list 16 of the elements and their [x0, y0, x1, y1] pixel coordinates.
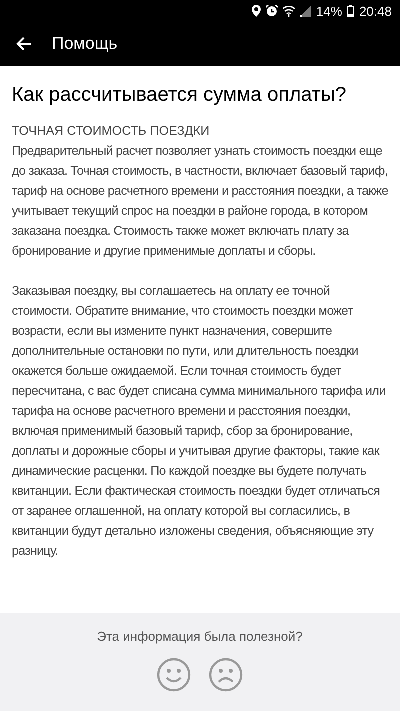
- signal-icon: [300, 6, 312, 16]
- location-icon: [252, 5, 262, 17]
- battery-percentage: 14%: [316, 4, 342, 18]
- screen-title: Помощь: [52, 34, 118, 54]
- wifi-icon: [283, 5, 296, 17]
- alarm-icon: [266, 5, 278, 17]
- back-arrow-icon: [16, 36, 32, 52]
- clock-time: 20:48: [359, 4, 392, 18]
- feedback-question: Эта информация была полезной?: [97, 629, 303, 644]
- article-paragraph: Заказывая поездку, вы соглашаетесь на оплату ее точной стоимости. Обратите внимание, что стоимость поездки может возрасти, если вы измените пункт назначения, совершите дополнительные остановки по пути, или длительность поездки окажется больше ожидаемой. Если точная стоимость будет пересчитана, с вас будет списана сумма минимального тарифа или тарифа на основе расчетного времени и расстояния поездки, включая применимый базовый тариф, сбор за бронирование, доплаты и дорожные сборы и учитывая другие факторы, такие как динамические расценки. По каждой поездке вы будете получать квитанции. Если фактическая стоимость поездки будет отличаться от заранее оглашенной, на оплату которой вы согласились, в квитанции будут детально изложены сведения, объясняющие эту разницу.: [12, 283, 387, 560]
- happy-face-button[interactable]: [157, 658, 191, 692]
- section-heading: ТОЧНАЯ СТОИМОСТЬ ПОЕЗДКИ: [12, 123, 211, 140]
- sad-face-button[interactable]: [209, 658, 243, 692]
- battery-icon: [347, 5, 354, 17]
- article-title: Как рассчитывается сумма оплаты?: [12, 84, 348, 107]
- article-paragraph: Предварительный расчет позволяет узнать стоимость поездки еще до заказа. Точная стоимость, в частности, включает базовый тариф, тариф на основе расчетного времени и расстояния поездки, а также учитывает текущий спрос на поездки в районе города, в котором заказана поездка. Стоимость также может включать плату за бронирование и другие применимые доплаты и сборы.: [12, 143, 390, 260]
